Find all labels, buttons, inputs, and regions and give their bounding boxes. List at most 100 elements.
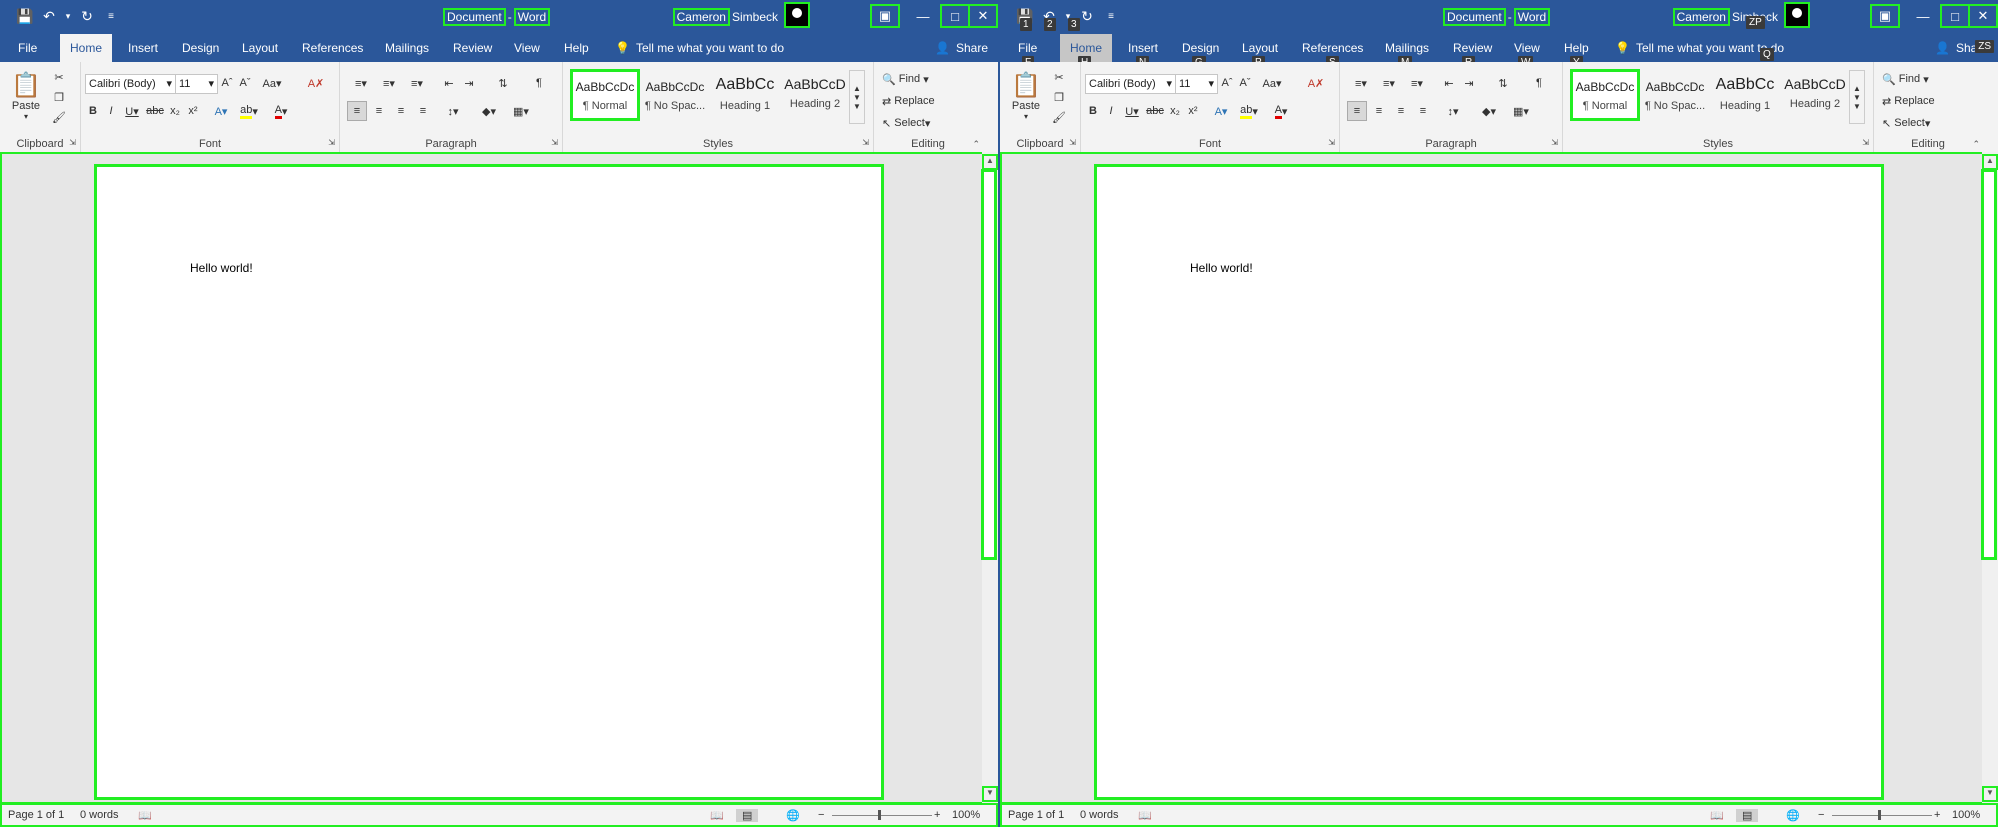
- zoom-in-icon[interactable]: +: [1934, 809, 1940, 821]
- zoom-slider-handle[interactable]: [878, 810, 881, 820]
- maximize-icon[interactable]: □: [940, 4, 970, 28]
- numbering-icon[interactable]: ≡▾: [376, 74, 402, 92]
- print-layout-icon[interactable]: ▤: [1736, 809, 1759, 822]
- tell-me-box[interactable]: 💡 Tell me what you want to do: [615, 34, 784, 62]
- align-center-icon[interactable]: ≡: [370, 102, 388, 120]
- clear-formatting-icon[interactable]: A✗: [1307, 74, 1325, 92]
- web-layout-icon[interactable]: 🌐: [1786, 809, 1800, 822]
- user-first-name[interactable]: Cameron: [672, 8, 730, 26]
- proofing-icon[interactable]: 📖: [1138, 809, 1152, 822]
- cut-icon[interactable]: ✂: [50, 68, 68, 86]
- dialog-launcher-icon[interactable]: ⇲: [1069, 138, 1076, 147]
- change-case-icon[interactable]: Aa▾: [1259, 74, 1285, 92]
- highlight-icon[interactable]: ab ▾: [235, 102, 263, 120]
- document-page[interactable]: Hello world!: [1094, 164, 1884, 800]
- style-no-spacing[interactable]: AaBbCcDc ¶ No Spac...: [1643, 72, 1707, 118]
- line-spacing-icon[interactable]: ↕▾: [440, 102, 466, 120]
- avatar[interactable]: [1784, 2, 1810, 28]
- tab-insert[interactable]: Insert: [118, 34, 168, 62]
- tab-file[interactable]: File: [8, 34, 47, 62]
- show-formatting-icon[interactable]: ¶: [530, 74, 548, 92]
- avatar[interactable]: [784, 2, 810, 28]
- find-button[interactable]: 🔍 Find ▾: [1882, 70, 1929, 88]
- zoom-slider[interactable]: [1832, 815, 1932, 816]
- undo-icon[interactable]: ↶: [40, 7, 58, 25]
- grow-font-icon[interactable]: Aˆ: [219, 74, 235, 92]
- zoom-in-icon[interactable]: +: [934, 809, 940, 821]
- align-left-icon[interactable]: ≡: [1347, 101, 1367, 121]
- read-mode-icon[interactable]: 📖: [1710, 809, 1724, 822]
- tab-references[interactable]: References: [292, 34, 373, 62]
- vertical-scrollbar[interactable]: ▲ ▼: [1981, 152, 1998, 804]
- tab-review[interactable]: Review: [443, 34, 502, 62]
- replace-button[interactable]: ⇄ Replace: [882, 92, 935, 110]
- tab-design[interactable]: Design: [172, 34, 229, 62]
- dialog-launcher-icon[interactable]: ⇲: [1862, 138, 1869, 147]
- superscript-icon[interactable]: x²: [1185, 102, 1201, 120]
- change-case-icon[interactable]: Aa▾: [259, 74, 285, 92]
- borders-icon[interactable]: ▦▾: [508, 102, 534, 120]
- minimize-icon[interactable]: —: [1910, 6, 1936, 26]
- dialog-launcher-icon[interactable]: ⇲: [328, 138, 335, 147]
- cut-icon[interactable]: ✂: [1050, 68, 1068, 86]
- document-area[interactable]: Hello world!: [1000, 152, 1998, 804]
- shrink-font-icon[interactable]: Aˇ: [237, 74, 253, 92]
- tab-view[interactable]: View: [504, 34, 550, 62]
- read-mode-icon[interactable]: 📖: [710, 809, 724, 822]
- decrease-indent-icon[interactable]: ⇤: [440, 74, 458, 92]
- save-icon[interactable]: 💾: [16, 7, 34, 25]
- zoom-level[interactable]: 100%: [952, 809, 980, 821]
- proofing-icon[interactable]: 📖: [138, 809, 152, 822]
- styles-scroll[interactable]: ▲ ▼ ▼: [1849, 70, 1865, 124]
- text-effects-icon[interactable]: A▾: [209, 102, 233, 120]
- align-right-icon[interactable]: ≡: [392, 102, 410, 120]
- scroll-thumb[interactable]: [981, 169, 997, 560]
- scroll-up-icon[interactable]: ▲: [982, 154, 998, 170]
- ribbon-display-options-icon[interactable]: ▣: [870, 4, 900, 28]
- font-color-icon[interactable]: A ▾: [267, 102, 295, 120]
- user-first-name[interactable]: Cameron: [1672, 8, 1730, 26]
- style-heading-1[interactable]: AaBbCc Heading 1: [713, 72, 777, 118]
- ribbon-display-options-icon[interactable]: ▣: [1870, 4, 1900, 28]
- dialog-launcher-icon[interactable]: ⇲: [1328, 138, 1335, 147]
- word-count[interactable]: 0 words: [1080, 809, 1119, 821]
- select-button[interactable]: ↖ Select ▾: [882, 114, 930, 132]
- justify-icon[interactable]: ≡: [1414, 102, 1432, 120]
- justify-icon[interactable]: ≡: [414, 102, 432, 120]
- page-count[interactable]: Page 1 of 1: [1008, 809, 1064, 821]
- bullets-icon[interactable]: ≡▾: [1348, 74, 1374, 92]
- underline-icon[interactable]: U▾: [1121, 102, 1143, 120]
- page-count[interactable]: Page 1 of 1: [8, 809, 64, 821]
- shading-icon[interactable]: ◆▾: [476, 102, 502, 120]
- italic-icon[interactable]: I: [1103, 102, 1119, 120]
- customize-qat-icon[interactable]: ≡: [1102, 7, 1120, 25]
- sort-icon[interactable]: ⇅: [494, 74, 512, 92]
- tab-help[interactable]: Help: [554, 34, 599, 62]
- select-button[interactable]: ↖ Select ▾: [1882, 114, 1930, 132]
- zoom-out-icon[interactable]: −: [1818, 809, 1824, 821]
- collapse-ribbon-icon[interactable]: ⌃: [972, 139, 980, 150]
- font-name-dropdown[interactable]: Calibri (Body) ▾: [85, 74, 176, 94]
- close-icon[interactable]: ✕: [1968, 4, 1998, 28]
- italic-icon[interactable]: I: [103, 102, 119, 120]
- document-body-text[interactable]: Hello world!: [1190, 261, 1253, 275]
- style-heading-2[interactable]: AaBbCcD Heading 2: [783, 72, 847, 118]
- align-right-icon[interactable]: ≡: [1392, 102, 1410, 120]
- decrease-indent-icon[interactable]: ⇤: [1440, 74, 1458, 92]
- document-area[interactable]: Hello world!: [0, 152, 998, 804]
- align-left-icon[interactable]: ≡: [347, 101, 367, 121]
- document-page[interactable]: Hello world!: [94, 164, 884, 800]
- show-formatting-icon[interactable]: ¶: [1530, 74, 1548, 92]
- zoom-level[interactable]: 100%: [1952, 809, 1980, 821]
- increase-indent-icon[interactable]: ⇥: [1460, 74, 1478, 92]
- share-button[interactable]: 👤 Share: [935, 34, 988, 62]
- document-body-text[interactable]: Hello world!: [190, 261, 253, 275]
- text-effects-icon[interactable]: A▾: [1209, 102, 1233, 120]
- line-spacing-icon[interactable]: ↕▾: [1440, 102, 1466, 120]
- bullets-icon[interactable]: ≡▾: [348, 74, 374, 92]
- style-normal[interactable]: AaBbCcDc ¶ Normal: [1570, 69, 1640, 121]
- redo-icon[interactable]: ↻: [78, 7, 96, 25]
- clear-formatting-icon[interactable]: A✗: [307, 74, 325, 92]
- tell-me-box[interactable]: 💡 Tell me what you want to do: [1615, 34, 1784, 62]
- copy-icon[interactable]: ❐: [1050, 88, 1068, 106]
